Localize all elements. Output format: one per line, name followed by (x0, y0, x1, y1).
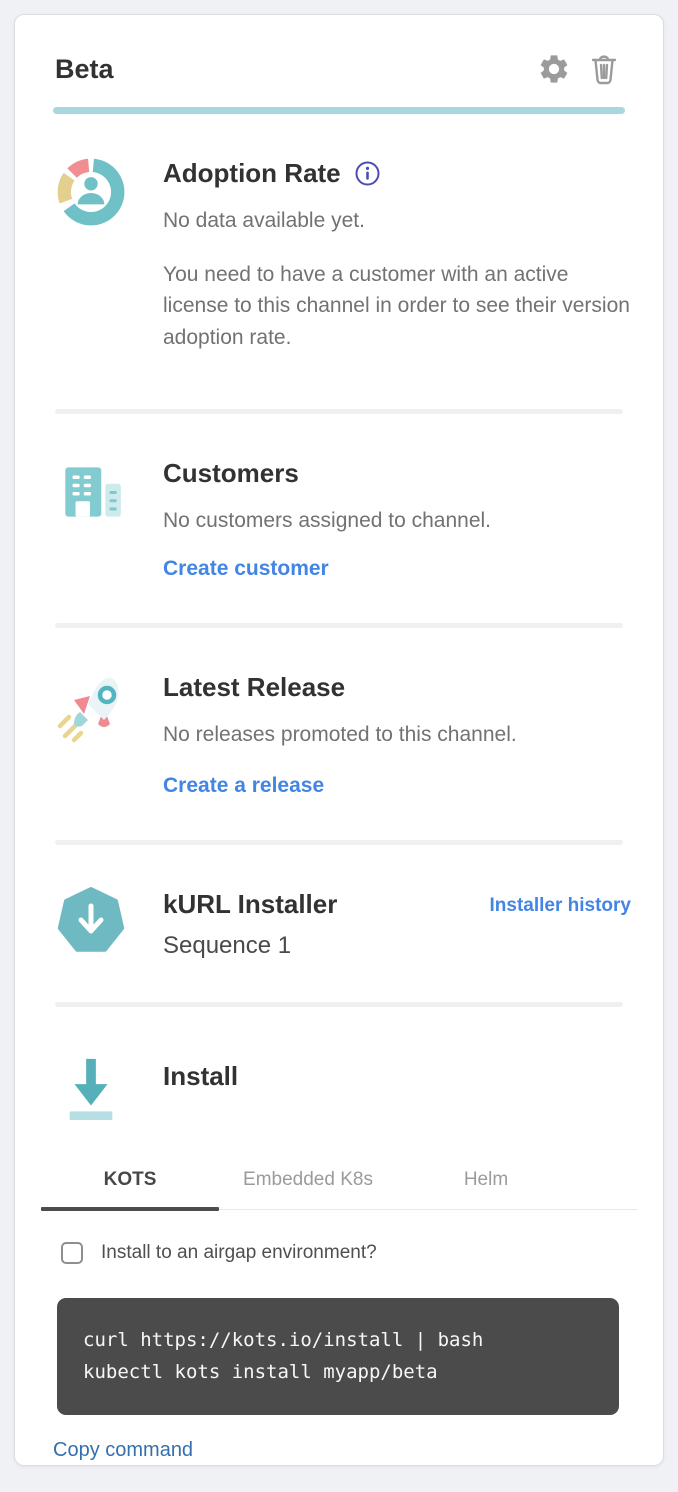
airgap-label: Install to an airgap environment? (101, 1242, 377, 1264)
installer-sequence: Sequence 1 (163, 932, 637, 960)
adoption-no-data-text: No data available yet. (163, 205, 637, 237)
settings-button[interactable] (537, 51, 571, 87)
copy-command-link[interactable]: Copy command (53, 1439, 193, 1462)
latest-release-body: Latest Release No releases promoted to t… (163, 668, 637, 799)
adoption-help-text: You need to have a customer with an acti… (163, 259, 633, 354)
install-body: Install (163, 1051, 637, 1123)
customers-title: Customers (163, 458, 637, 489)
adoption-donut-icon (55, 156, 127, 228)
customers-body: Customers No customers assigned to chann… (163, 454, 637, 581)
rocket-icon (52, 670, 130, 748)
latest-release-title: Latest Release (163, 672, 637, 703)
adoption-rate-section: Adoption Rate No data available yet. You… (41, 114, 637, 367)
install-command-block: curl https://kots.io/install | bashkubec… (57, 1298, 619, 1415)
kurl-installer-section: kURL Installer Installer history Sequenc… (41, 845, 637, 960)
channel-card: Beta (14, 14, 664, 1466)
create-release-link[interactable]: Create a release (163, 774, 324, 798)
create-customer-link[interactable]: Create customer (163, 557, 329, 581)
latest-release-section: Latest Release No releases promoted to t… (41, 628, 637, 799)
customers-section: Customers No customers assigned to chann… (41, 414, 637, 581)
gear-icon (537, 52, 571, 86)
kurl-heptagon-download-icon (57, 887, 125, 955)
install-section: Install (41, 1007, 637, 1123)
customers-empty-text: No customers assigned to channel. (163, 505, 637, 537)
tab-kots[interactable]: KOTS (41, 1157, 219, 1209)
kurl-installer-title: kURL Installer (163, 889, 337, 920)
channel-accent-line (53, 107, 625, 114)
download-arrow-icon (57, 1053, 125, 1123)
adoption-rate-title-row: Adoption Rate (163, 158, 637, 189)
tab-embedded-k8s[interactable]: Embedded K8s (219, 1157, 397, 1209)
info-icon[interactable] (355, 161, 380, 186)
tab-helm[interactable]: Helm (397, 1157, 575, 1209)
adoption-rate-body: Adoption Rate No data available yet. You… (163, 154, 637, 367)
kurl-installer-row: kURL Installer Installer history (163, 885, 637, 930)
install-icon-col (55, 1051, 127, 1123)
airgap-row: Install to an airgap environment? (61, 1242, 637, 1264)
header-actions (537, 51, 637, 87)
installer-history-link[interactable]: Installer history (490, 895, 632, 917)
airgap-checkbox[interactable] (61, 1242, 83, 1264)
adoption-rate-icon-col (55, 154, 127, 367)
kurl-installer-body: kURL Installer Installer history Sequenc… (163, 885, 637, 960)
customers-icon-col (55, 454, 127, 581)
adoption-rate-title: Adoption Rate (163, 158, 341, 189)
kurl-icon-col (55, 885, 127, 960)
install-title: Install (163, 1061, 637, 1092)
command-line-2: kubectl kots install myapp/beta (83, 1356, 593, 1388)
command-line-1: curl https://kots.io/install | bash (83, 1324, 593, 1356)
delete-button[interactable] (587, 51, 621, 87)
buildings-icon (55, 456, 127, 528)
latest-release-icon-col (55, 668, 127, 799)
latest-release-empty-text: No releases promoted to this channel. (163, 719, 637, 751)
trash-icon (590, 52, 618, 86)
channel-name: Beta (55, 54, 114, 85)
install-tabs: KOTS Embedded K8s Helm (41, 1157, 637, 1210)
card-header: Beta (41, 15, 637, 87)
